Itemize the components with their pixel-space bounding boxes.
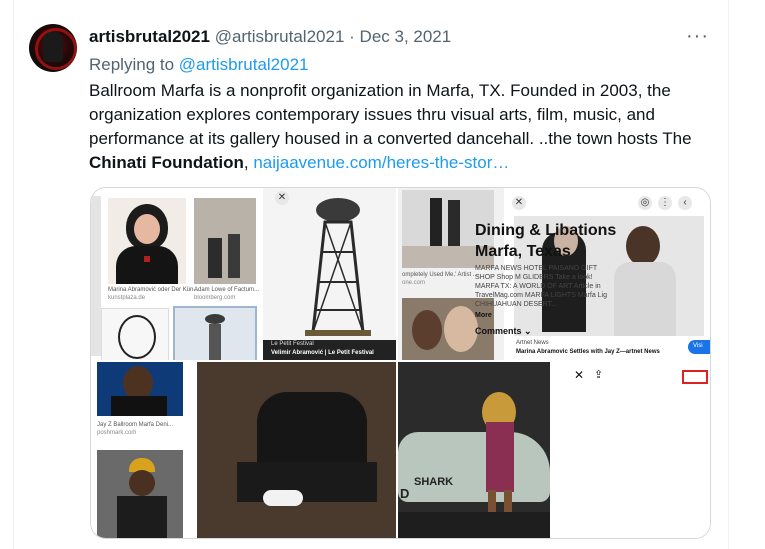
- dining-panel: ✕ ⇪: [554, 362, 710, 538]
- portrait-photo: [108, 198, 186, 284]
- gallery-photo: [194, 198, 256, 284]
- close-icon[interactable]: ✕: [574, 368, 584, 382]
- tower-panel: ✕ Le Petit Festival Velimir Abramović | …: [263, 188, 396, 360]
- hat-photo: [97, 450, 183, 538]
- user-handle[interactable]: @artisbrutal2021: [215, 27, 345, 46]
- seated-man-photo: [197, 362, 396, 538]
- tweet-header: artisbrutal2021 @artisbrutal2021 · Dec 3…: [89, 27, 451, 47]
- caption-source-2: bloomberg.com: [194, 295, 236, 301]
- tweet-date[interactable]: Dec 3, 2021: [360, 27, 452, 46]
- tweet-text: Ballroom Marfa is a nonprofit organizati…: [89, 79, 719, 175]
- tweet-link[interactable]: naijaavenue.com/heres-the-stor…: [253, 153, 509, 172]
- media-image-4[interactable]: D SHARK ✕ ⇪: [398, 362, 710, 538]
- chevron-down-icon: ⌄: [524, 326, 532, 336]
- more-options-icon[interactable]: ···: [686, 25, 709, 48]
- caption-source-3: one.com: [402, 280, 426, 286]
- share-icon[interactable]: ⇪: [594, 368, 603, 381]
- caption-source-4: poshmark.com: [97, 430, 137, 436]
- caption-4: Jay Z Ballroom Marfa Deni...: [97, 422, 174, 428]
- jayz-photo: [97, 362, 183, 416]
- tweet-text-part2: ,: [243, 153, 254, 172]
- car-letter: D: [400, 486, 410, 501]
- media-image-1[interactable]: Marina Abramović oder Der Kün... kunstpl…: [91, 188, 396, 360]
- badge-source: Le Petit Festival: [271, 341, 314, 347]
- replying-prefix: Replying to: [89, 55, 179, 74]
- column-border-right: [728, 0, 729, 549]
- media-grid: Marina Abramović oder Der Kün... kunstpl…: [90, 187, 711, 539]
- car-text: SHARK: [414, 476, 454, 488]
- media-image-3[interactable]: Jay Z Ballroom Marfa Deni... poshmark.co…: [91, 362, 396, 538]
- avatar[interactable]: [29, 24, 77, 72]
- close-icon[interactable]: ✕: [512, 196, 526, 210]
- caption-source-1: kunstplaza.de: [108, 295, 146, 301]
- comments-label: Comments: [475, 326, 522, 336]
- lens-icon[interactable]: ◎: [638, 196, 652, 210]
- sketch-photo: [101, 308, 169, 360]
- dining-body-text: MARFA NEWS HOTEL PAISANO GIFT SHOP Shop …: [475, 265, 607, 308]
- visit-button: Visi: [693, 343, 703, 349]
- tower-illustration: [305, 198, 371, 336]
- tweet-text-bold: Chinati Foundation: [89, 153, 244, 172]
- artnet-title: Marina Abramovic Settles with Jay Z—artn…: [516, 349, 660, 355]
- more-link[interactable]: More: [475, 311, 615, 320]
- dining-heading-line1: Dining & Libations: [475, 222, 617, 239]
- dining-heading: Dining & Libations Marfa, Texas: [475, 220, 616, 262]
- tweet-text-part1: Ballroom Marfa is a nonprofit organizati…: [89, 81, 692, 148]
- separator-dot: ·: [349, 27, 355, 46]
- caption-3: ompletely Used Me,' Artist ...: [402, 272, 478, 278]
- replying-to: Replying to @artisbrutal2021: [89, 55, 309, 75]
- beyonce-car-photo: D SHARK: [398, 362, 550, 538]
- tower-title: Velimir Abramović | Le Petit Festival: [271, 350, 374, 356]
- replying-handle-link[interactable]: @artisbrutal2021: [179, 55, 309, 74]
- caption-2: Adam Lowe of Factum...: [194, 287, 260, 293]
- dining-body: MARFA NEWS HOTEL PAISANO GIFT SHOP Shop …: [475, 264, 615, 320]
- caption-1: Marina Abramović oder Der Kün...: [108, 287, 199, 293]
- more-icon[interactable]: ⋮: [658, 196, 672, 210]
- tower-thumbnail: [173, 306, 257, 360]
- artnet-source: Artnet News: [516, 340, 549, 346]
- red-box: [682, 370, 708, 384]
- prev-icon[interactable]: ‹: [678, 196, 692, 210]
- column-border-left: [13, 0, 14, 549]
- display-name[interactable]: artisbrutal2021: [89, 27, 210, 46]
- dining-heading-line2: Marfa, Texas: [475, 243, 571, 260]
- comments-toggle[interactable]: Comments ⌄: [475, 326, 532, 337]
